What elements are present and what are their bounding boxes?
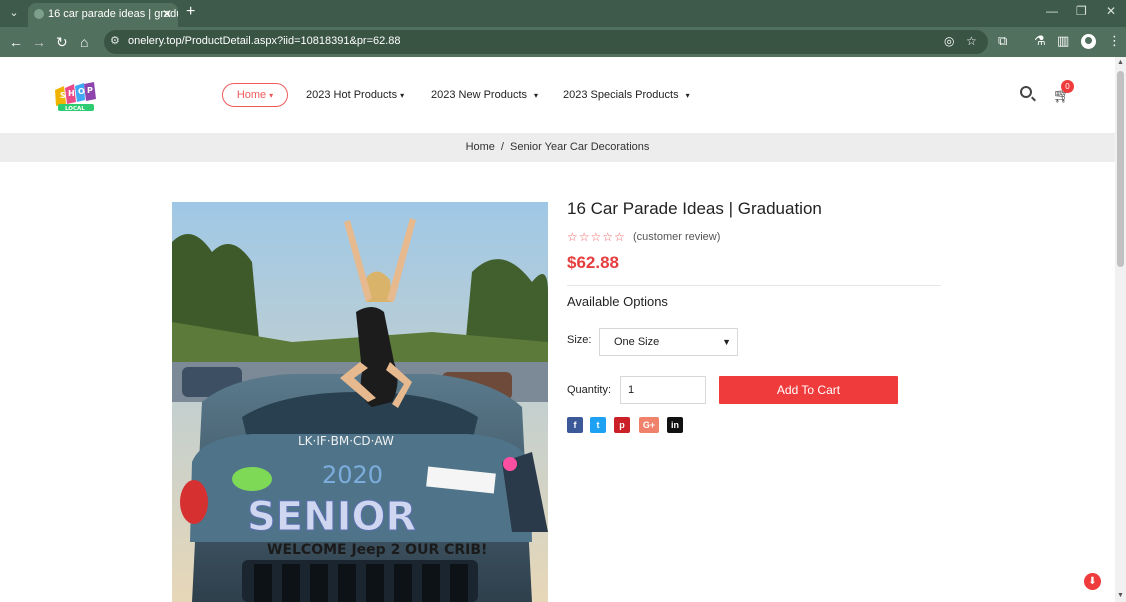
reload-icon[interactable]: ↻ (56, 34, 68, 50)
linkedin-share-icon[interactable]: in (667, 417, 683, 433)
close-window-icon[interactable]: ✕ (1106, 4, 1116, 18)
product-image[interactable]: LK·IF·BM·CD·AW 2020 SENIOR WELCOME Jeep … (172, 202, 548, 602)
tab-search-chevron-icon[interactable]: ⌄ (6, 5, 22, 21)
product-title: 16 Car Parade Ideas | Graduation (567, 199, 822, 218)
nav-specials-label: 2023 Specials Products (563, 89, 679, 101)
nav-hot-products[interactable]: 2023 Hot Products ▾ (306, 89, 404, 101)
forward-icon[interactable]: → (32, 34, 46, 50)
site-info-icon[interactable]: ⚙ (110, 34, 120, 47)
nav-home[interactable]: Home ▾ (222, 83, 288, 107)
size-select-value: One Size (614, 336, 660, 348)
tab-title: 16 car parade ideas | graduation (48, 8, 178, 20)
address-bar[interactable]: ⚙ onelery.top/ProductDetail.aspx?iid=108… (104, 30, 988, 54)
tab-favicon-icon (34, 9, 44, 19)
labs-icon[interactable]: ⚗ (1034, 33, 1046, 49)
chevron-down-icon: ▾ (400, 91, 405, 100)
svg-text:H: H (68, 89, 75, 98)
add-to-cart-button[interactable]: Add To Cart (719, 376, 898, 404)
web-page: S H O P LOCAL Home ▾ 2023 Hot Products ▾ 2… (0, 57, 1115, 602)
breadcrumb: Home / Senior Year Car Decorations (0, 133, 1115, 162)
chevron-down-icon: ▼ (722, 337, 731, 347)
scroll-down-icon[interactable]: ▼ (1117, 592, 1124, 599)
browser-tab-strip: ⌄ 16 car parade ideas | graduation ✕ + —… (0, 0, 1126, 27)
scroll-up-icon[interactable]: ▲ (1117, 59, 1124, 66)
customer-review-link[interactable]: (customer review) (633, 231, 720, 243)
image-plate-text: LK·IF·BM·CD·AW (298, 434, 394, 448)
tab-close-icon[interactable]: ✕ (162, 3, 172, 25)
nav-new-label: 2023 New Products (431, 89, 527, 101)
nav-home-label: Home (236, 89, 267, 101)
pinterest-share-icon[interactable]: p (614, 417, 630, 433)
nav-specials-products[interactable]: 2023 Specials Products ▾ (563, 89, 690, 101)
twitter-share-icon[interactable]: t (590, 417, 606, 433)
image-hood-text: SENIOR (247, 494, 416, 540)
quantity-label: Quantity: (567, 384, 612, 396)
browser-toolbar: ← → ↻ ⌂ ⚙ onelery.top/ProductDetail.aspx… (0, 27, 1126, 57)
size-label: Size: (567, 334, 592, 346)
chevron-down-icon: ▾ (685, 91, 690, 100)
back-icon[interactable]: ← (9, 34, 23, 50)
svg-text:S: S (60, 91, 66, 100)
chevron-down-icon: ▾ (269, 91, 274, 100)
google-plus-share-icon[interactable]: G+ (639, 417, 659, 433)
nav-hot-label: 2023 Hot Products (306, 89, 398, 101)
rating-stars-icon[interactable]: ☆☆☆☆☆ (567, 230, 626, 244)
bookmark-star-icon[interactable]: ☆ (966, 34, 977, 48)
nav-new-products[interactable]: 2023 New Products ▾ (431, 89, 538, 101)
available-options-heading: Available Options (567, 294, 668, 309)
breadcrumb-separator: / (500, 141, 504, 153)
breadcrumb-home[interactable]: Home (466, 141, 495, 153)
svg-text:O: O (78, 87, 85, 96)
floating-chat-icon[interactable]: ⬇ (1084, 573, 1101, 590)
page-scrollbar[interactable]: ▲ ▼ (1115, 57, 1126, 602)
browser-tab[interactable]: 16 car parade ideas | graduation ✕ (28, 3, 178, 27)
image-welcome-text: WELCOME Jeep 2 OUR CRIB! (267, 542, 487, 558)
chevron-down-icon: ▾ (534, 91, 539, 100)
breadcrumb-current: Senior Year Car Decorations (509, 141, 650, 153)
facebook-share-icon[interactable]: f (567, 417, 583, 433)
side-panel-icon[interactable]: ▥ (1057, 33, 1069, 49)
new-tab-button[interactable]: + (186, 3, 195, 21)
svg-text:LOCAL: LOCAL (65, 106, 85, 112)
search-icon[interactable] (1020, 86, 1032, 98)
scroll-thumb[interactable] (1117, 71, 1124, 267)
eye-off-icon[interactable]: ◎ (944, 34, 954, 48)
profile-icon[interactable] (1081, 34, 1096, 49)
minimize-icon[interactable]: — (1046, 4, 1058, 18)
size-select[interactable]: One Size ▼ (599, 328, 738, 356)
home-icon[interactable]: ⌂ (80, 34, 88, 50)
url-text[interactable]: onelery.top/ProductDetail.aspx?iid=10818… (128, 35, 401, 47)
quantity-input[interactable]: 1 (620, 376, 706, 404)
restore-icon[interactable]: ❐ (1076, 4, 1087, 18)
menu-icon[interactable]: ⋮ (1108, 33, 1121, 49)
product-price: $62.88 (567, 253, 619, 272)
svg-text:P: P (87, 86, 93, 95)
extensions-icon[interactable]: ⧉ (998, 33, 1007, 49)
image-year-text: 2020 (322, 461, 383, 489)
cart-count-badge: 0 (1061, 80, 1074, 93)
divider (567, 285, 941, 286)
shop-local-logo[interactable]: S H O P LOCAL (52, 80, 100, 112)
